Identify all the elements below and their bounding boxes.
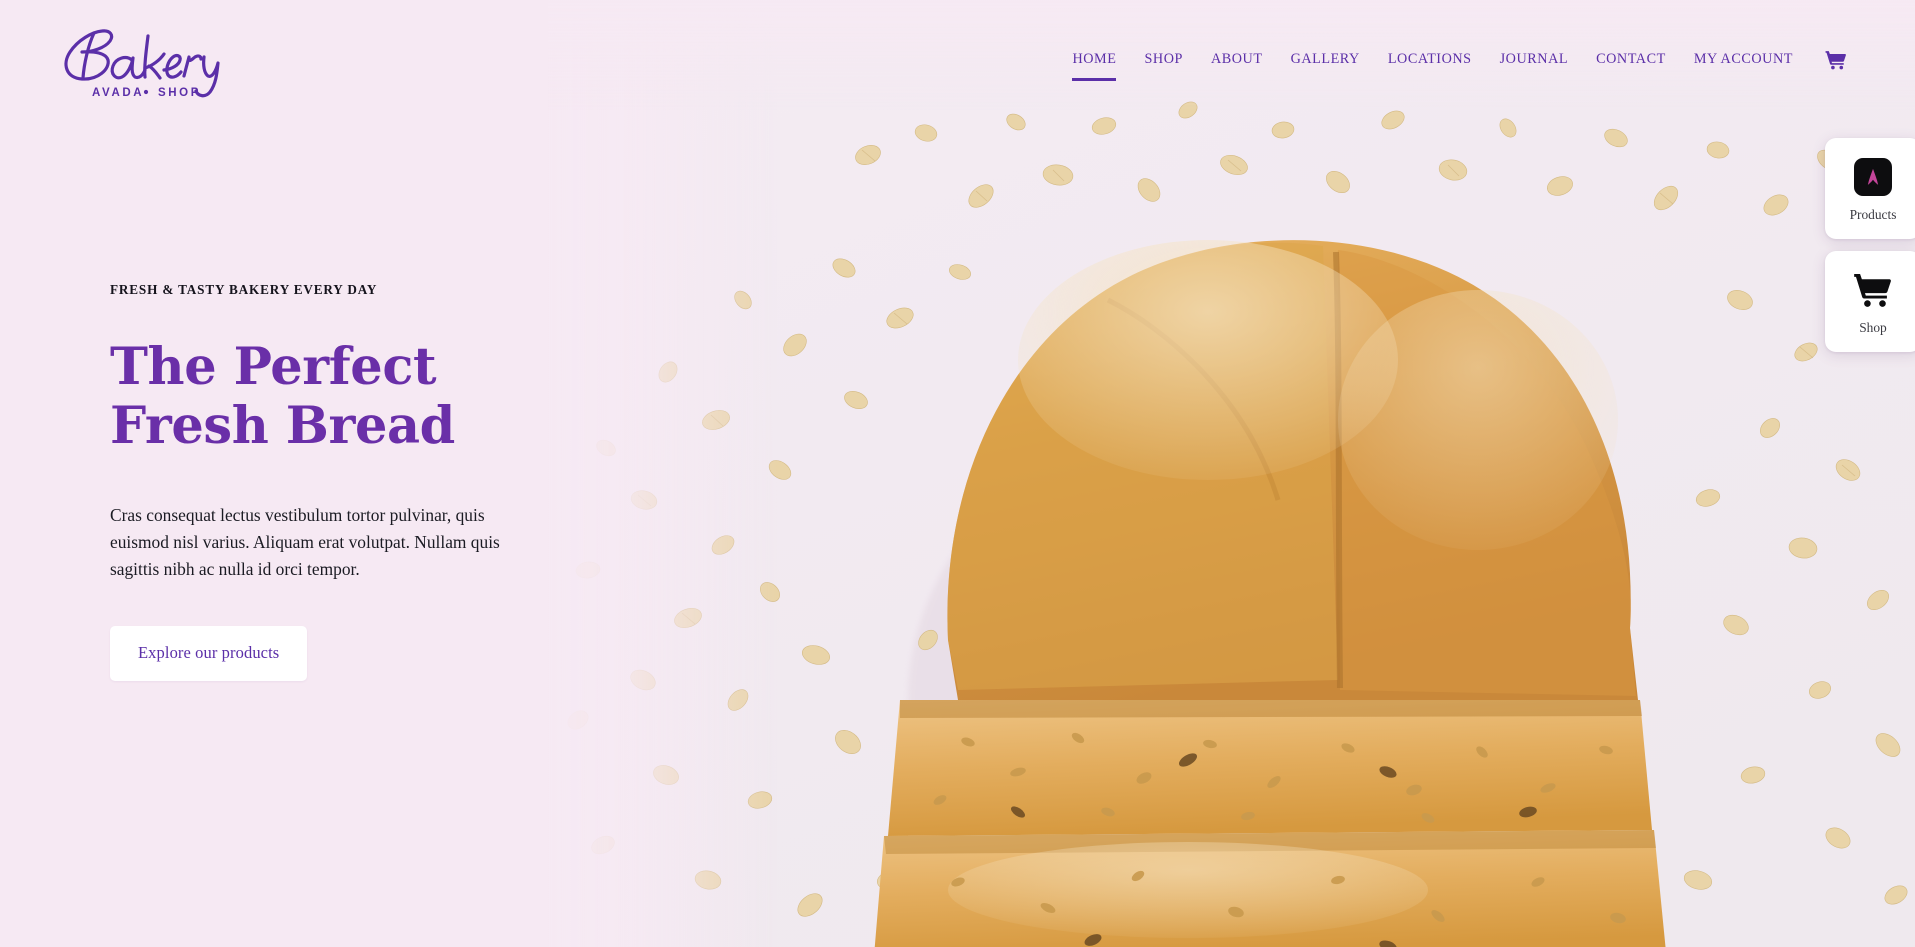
nav-item-locations[interactable]: LOCATIONS bbox=[1374, 48, 1486, 76]
floating-shortcut-cards: Products Shop bbox=[1825, 138, 1915, 352]
nav-item-journal[interactable]: JOURNAL bbox=[1486, 48, 1582, 76]
hero-image bbox=[548, 0, 1915, 947]
hero-eyebrow: FRESH & TASTY BAKERY EVERY DAY bbox=[110, 282, 378, 297]
nav-item-home[interactable]: HOME bbox=[1058, 48, 1130, 82]
shortcut-card-products-label: Products bbox=[1849, 207, 1897, 223]
page-root: AVADA SHOP HOME SHOP ABOUT GALLERY LOCAT… bbox=[0, 0, 1915, 947]
nav-item-gallery[interactable]: GALLERY bbox=[1277, 48, 1374, 76]
main-navigation: HOME SHOP ABOUT GALLERY LOCATIONS JOURNA… bbox=[1058, 48, 1853, 82]
nav-item-my-account[interactable]: MY ACCOUNT bbox=[1680, 48, 1807, 76]
nav-item-contact[interactable]: CONTACT bbox=[1582, 48, 1680, 76]
hero-content: FRESH & TASTY BAKERY EVERY DAY The Perfe… bbox=[110, 282, 540, 682]
svg-text:AVADA: AVADA bbox=[92, 87, 144, 99]
hero-body-text: Cras consequat lectus vestibulum tortor … bbox=[110, 505, 500, 579]
page-title: The Perfect Fresh Bread bbox=[110, 337, 455, 457]
shortcut-card-shop-label: Shop bbox=[1859, 320, 1887, 336]
svg-text:SHOP: SHOP bbox=[158, 87, 201, 99]
avada-logo-icon bbox=[1854, 155, 1892, 199]
explore-products-button[interactable]: Explore our products bbox=[110, 626, 308, 682]
nav-item-shop[interactable]: SHOP bbox=[1130, 48, 1196, 76]
site-header: AVADA SHOP HOME SHOP ABOUT GALLERY LOCAT… bbox=[0, 0, 1915, 118]
shopping-cart-icon bbox=[1825, 50, 1847, 75]
shortcut-card-shop[interactable]: Shop bbox=[1825, 251, 1915, 352]
site-logo[interactable]: AVADA SHOP bbox=[36, 16, 236, 102]
shortcut-card-products[interactable]: Products bbox=[1825, 138, 1915, 239]
nav-item-about[interactable]: ABOUT bbox=[1197, 48, 1277, 76]
shopping-cart-icon bbox=[1852, 268, 1894, 312]
header-cart-button[interactable] bbox=[1807, 50, 1853, 75]
